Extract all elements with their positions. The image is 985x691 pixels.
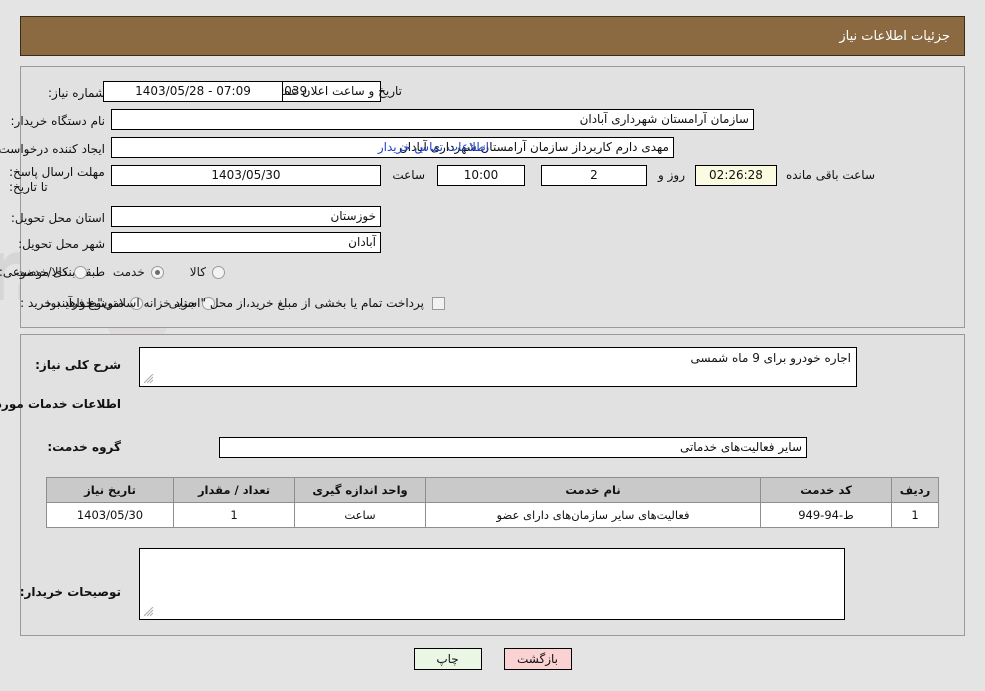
th-service-name: نام خدمت [425, 477, 761, 503]
need-number-label: شماره نیاز: [48, 86, 105, 100]
islamic-treasury-checkbox-icon[interactable] [432, 296, 445, 310]
cell-service-name: فعالیت‌های سایر سازمان‌های دارای عضو [425, 502, 761, 528]
th-row-no: ردیف [891, 477, 939, 503]
radio-service-icon[interactable] [150, 265, 164, 279]
islamic-treasury-checkbox-label: پرداخت تمام یا بخشی از مبلغ خرید،از محل … [41, 296, 424, 310]
province-label-row: استان محل تحویل: [11, 207, 105, 229]
deadline-time-field[interactable]: 10:00 [437, 165, 525, 186]
need-number-label-row: شماره نیاز: [48, 82, 105, 104]
province-field[interactable]: خوزستان [111, 206, 381, 227]
deadline-label: مهلت ارسال پاسخ: تا تاریخ: [9, 165, 105, 194]
category-option-service[interactable]: خدمت [113, 265, 164, 279]
deadline-days-label: روز و [658, 168, 685, 182]
deadline-countdown-label: ساعت باقی مانده [785, 168, 875, 182]
city-label: شهر محل تحویل: [18, 237, 105, 251]
th-need-date: تاریخ نیاز [46, 477, 174, 503]
deadline-days-field[interactable]: 2 [541, 165, 647, 186]
radio-goods-icon[interactable] [212, 265, 225, 279]
category-option-goods-service[interactable]: کالا/خدمت [16, 265, 87, 279]
th-service-code: کد خدمت [760, 477, 892, 503]
deadline-date-field[interactable]: 1403/05/30 [111, 165, 381, 186]
buyer-org-label: نام دستگاه خریدار: [10, 114, 106, 128]
buyer-org-label-row: نام دستگاه خریدار: [11, 110, 106, 132]
cell-need-date: 1403/05/30 [46, 502, 174, 528]
cell-unit: ساعت [294, 502, 426, 528]
province-label: استان محل تحویل: [10, 211, 105, 225]
need-summary-textarea[interactable]: اجاره خودرو برای 9 ماه شمسی [139, 347, 857, 387]
requester-label-row: ایجاد کننده درخواست: [0, 138, 105, 160]
action-button-bar: بازگشت چاپ [0, 648, 985, 670]
print-button[interactable]: چاپ [413, 648, 482, 670]
category-option-goods-service-label: کالا/خدمت [15, 265, 68, 279]
th-unit: واحد اندازه گیری [294, 477, 426, 503]
services-table: ردیف کد خدمت نام خدمت واحد اندازه گیری ت… [46, 477, 939, 528]
deadline-label-row: مهلت ارسال پاسخ: تا تاریخ: [9, 165, 105, 194]
cell-service-code: ط-94-949 [760, 502, 892, 528]
need-info-panel [20, 66, 965, 328]
category-option-goods-label: کالا [189, 265, 206, 279]
back-button[interactable]: بازگشت [503, 648, 572, 670]
services-section-heading: اطلاعات خدمات مورد نیاز [0, 397, 121, 411]
deadline-time-label: ساعت [392, 168, 425, 182]
category-option-service-label: خدمت [112, 265, 145, 279]
buyer-org-field[interactable]: سازمان آرامستان شهرداری آبادان [111, 109, 754, 130]
category-options: کالا خدمت کالا/خدمت [0, 261, 225, 283]
buyer-remarks-label: توصیحات خریدار: [19, 585, 121, 599]
service-group-field[interactable]: سایر فعالیت‌های خدماتی [219, 437, 807, 458]
service-group-label: گروه خدمت: [47, 440, 121, 454]
islamic-treasury-checkbox-row[interactable]: پرداخت تمام یا بخشی از مبلغ خرید،از محل … [41, 292, 445, 314]
page-title-bar: جزئیات اطلاعات نیاز [20, 16, 965, 56]
th-quantity: تعداد / مقدار [173, 477, 295, 503]
page-title: جزئیات اطلاعات نیاز [839, 28, 950, 44]
resize-grip-icon-remarks[interactable] [144, 607, 154, 617]
announce-value-field: 07:09 - 1403/05/28 [103, 81, 283, 102]
buyer-remarks-textarea[interactable] [139, 548, 845, 620]
city-field[interactable]: آبادان [111, 232, 381, 253]
table-row: 1 ط-94-949 فعالیت‌های سایر سازمان‌های دا… [46, 502, 939, 528]
buyer-contact-link[interactable]: اطلاعات تماس خریدار [378, 140, 489, 154]
cell-quantity: 1 [173, 502, 295, 528]
need-summary-value: اجاره خودرو برای 9 ماه شمسی [690, 351, 851, 365]
page-root: AriaTender.net جزئیات اطلاعات نیاز شماره… [0, 0, 985, 691]
requester-label: ایجاد کننده درخواست: [0, 142, 105, 156]
cell-row-no: 1 [891, 502, 939, 528]
table-header-row: ردیف کد خدمت نام خدمت واحد اندازه گیری ت… [46, 477, 939, 503]
city-label-row: شهر محل تحویل: [18, 233, 105, 255]
need-summary-label: شرح کلی نیاز: [35, 358, 121, 372]
category-option-goods[interactable]: کالا [190, 265, 225, 279]
deadline-countdown-field: 02:26:28 [695, 165, 777, 186]
radio-goods-service-icon[interactable] [73, 265, 87, 279]
resize-grip-icon[interactable] [144, 374, 154, 384]
